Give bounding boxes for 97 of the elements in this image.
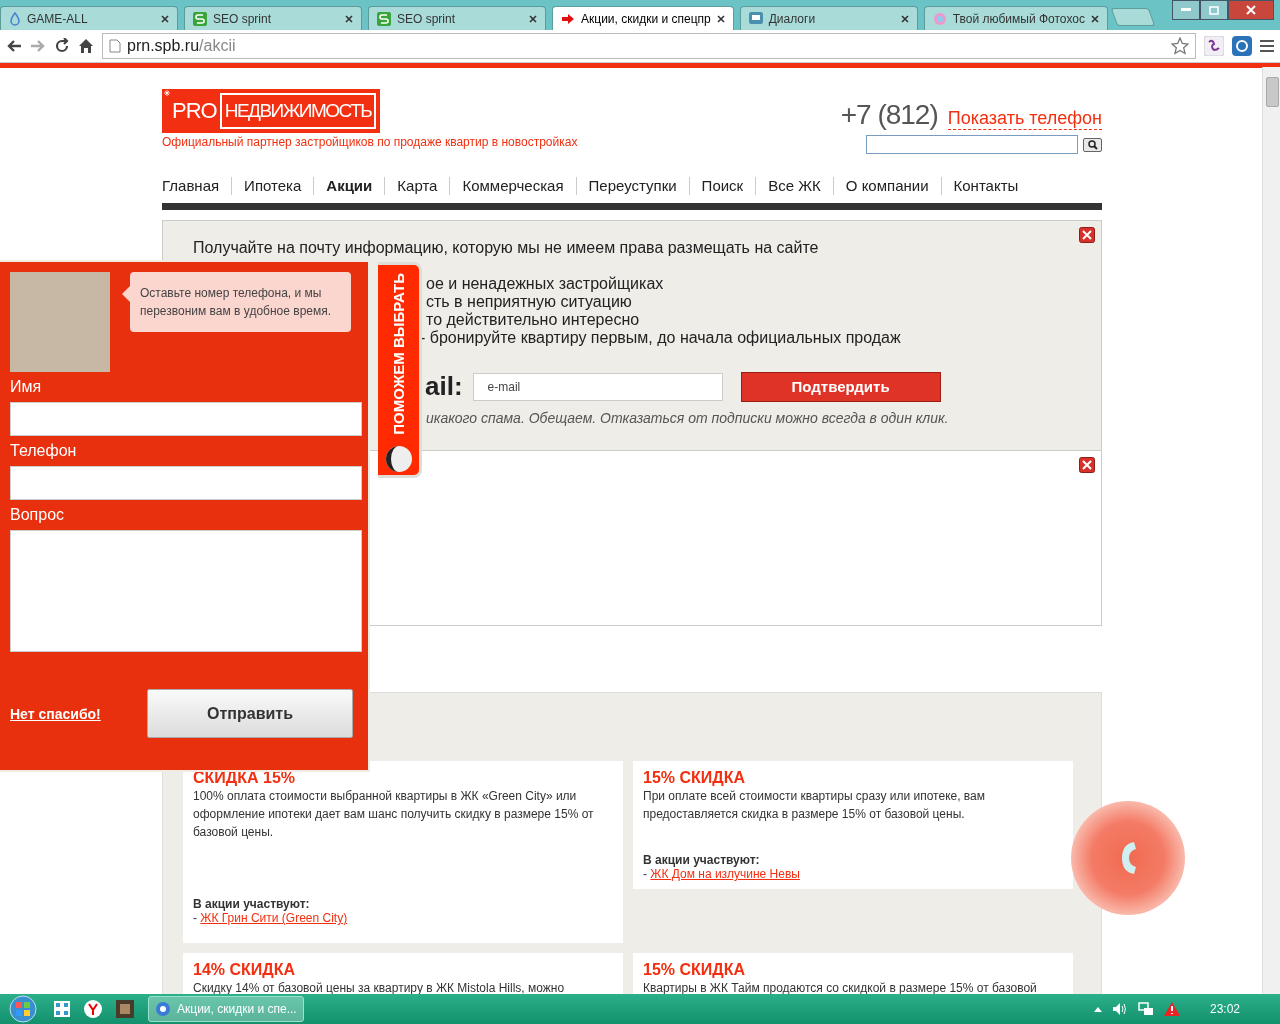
benefit-text: ое и ненадежных застройщиках: [426, 275, 665, 293]
phone-number: +7 (812): [840, 99, 938, 131]
browser-tab[interactable]: SEO sprint: [184, 6, 362, 30]
back-icon[interactable]: [6, 39, 22, 53]
browser-tab[interactable]: Акции, скидки и спецпр: [552, 6, 734, 30]
nav-link[interactable]: Карта: [384, 177, 450, 195]
nav-link[interactable]: Акции: [313, 177, 385, 195]
up-caret-icon[interactable]: [1093, 1006, 1102, 1012]
nav-link[interactable]: Поиск: [688, 177, 756, 195]
browser-tab[interactable]: GAME-ALL: [0, 6, 178, 30]
color-wheel-icon: [932, 11, 947, 26]
chat-icon: [748, 11, 763, 26]
browser-tab[interactable]: SEO sprint: [368, 6, 546, 30]
site-logo[interactable]: PRO НЕДВИЖИМОСТЬ: [162, 89, 381, 133]
field-label: Имя: [10, 378, 43, 396]
offer-text: Скидку 14% от базовой цены за квартиру в ЖК Mistola Hills, можно: [193, 980, 566, 994]
side-tab[interactable]: ПОМОЖЕМ ВЫБРАТЬ: [378, 262, 422, 478]
dash-text: -: [193, 911, 197, 925]
search-button[interactable]: [1083, 137, 1102, 152]
star-icon[interactable]: [1171, 37, 1189, 55]
start-button[interactable]: [6, 995, 40, 1023]
participants-label: В акции участвуют:: [643, 853, 761, 867]
grid-icon[interactable]: [54, 1001, 70, 1017]
benefit-text: сть в неприятную ситуацию: [426, 293, 633, 311]
offer-text: При оплате всей стоимости квартиры сразу или ипотеке, вам предоставляется скидка в размере 15% от базовой цены.: [643, 788, 987, 823]
benefit-text: то действительно интересно: [426, 311, 641, 329]
close-icon[interactable]: [161, 14, 169, 23]
s-logo-icon: [193, 11, 207, 26]
warning-icon[interactable]: [1163, 1002, 1180, 1016]
close-icon[interactable]: [1079, 457, 1095, 473]
extension-icon[interactable]: [1232, 36, 1252, 56]
no-spam-note: икакого спама. Обещаем. Отказаться от подписки можно всегда в один клик.: [426, 410, 950, 426]
close-window-button[interactable]: [1228, 0, 1274, 20]
scrollbar[interactable]: [1262, 67, 1280, 994]
offer-title: 15% СКИДКА: [643, 961, 746, 979]
bubble-tail: [122, 286, 130, 302]
clock-time: 23:02: [1209, 1002, 1240, 1016]
close-icon[interactable]: [345, 14, 353, 23]
arrow-icon: [561, 12, 575, 25]
minimize-button[interactable]: [1172, 0, 1200, 20]
menu-icon[interactable]: [1260, 40, 1274, 52]
participants-label: В акции участвуют:: [193, 897, 311, 911]
search-field[interactable]: [866, 135, 1078, 154]
field-label: Телефон: [10, 442, 78, 460]
search-icon: [1087, 139, 1098, 150]
send-button[interactable]: Отправить: [147, 689, 353, 738]
offer-title: 15% СКИДКА: [643, 769, 746, 787]
nav-link[interactable]: Все ЖК: [755, 177, 833, 195]
benefit-text: - бронируйте квартиру первым, до начала официальных продаж: [420, 329, 902, 347]
speech-bubble: Оставьте номер телефона, и мы перезвоним вам в удобное время.: [130, 272, 351, 332]
nav-link[interactable]: Ипотека: [231, 177, 314, 195]
complex-link[interactable]: ЖК Грин Сити (Green City): [200, 911, 348, 925]
close-icon[interactable]: [1079, 227, 1095, 243]
close-icon[interactable]: [716, 14, 725, 23]
email-field[interactable]: e-mail: [472, 372, 723, 401]
browser-tab[interactable]: Диалоги: [739, 6, 918, 30]
maximize-icon: [1209, 5, 1219, 15]
network-icon[interactable]: [1137, 1002, 1154, 1016]
reload-icon[interactable]: [54, 38, 70, 54]
input-field[interactable]: [10, 466, 362, 500]
close-icon: [1246, 5, 1256, 15]
drop-icon: [9, 11, 21, 26]
nav-link[interactable]: Главная: [162, 177, 232, 195]
close-icon[interactable]: [529, 14, 537, 23]
y-logo-icon[interactable]: [84, 1000, 102, 1018]
nav-link[interactable]: Коммерческая: [449, 177, 576, 195]
offer-text: 100% оплата стоимости выбранной квартиры в ЖК «Green City» или оформление ипотеки дает вам шанс получить скидку в размере 15% от базовой цены.: [193, 788, 595, 841]
extension-icon[interactable]: [1204, 36, 1224, 56]
close-icon[interactable]: [1090, 14, 1099, 23]
email-label: ail:: [425, 371, 463, 402]
dash-text: -: [643, 867, 647, 881]
maximize-button[interactable]: [1200, 0, 1228, 20]
home-icon[interactable]: [78, 38, 94, 54]
complex-link[interactable]: ЖК Дом на излучине Невы: [650, 867, 800, 881]
nav-link[interactable]: Переуступки: [575, 177, 689, 195]
question-field[interactable]: [10, 530, 362, 652]
offer-text: Квартиры в ЖК Тайм продаются со скидкой в размере 15% от базовой: [643, 980, 1038, 994]
address-bar[interactable]: prn.spb.ru/akcii: [102, 33, 1196, 59]
field-label: Вопрос: [10, 506, 66, 524]
decline-link[interactable]: Нет спасибо!: [10, 705, 101, 722]
s-logo-icon: [377, 11, 391, 26]
minimize-icon: [1181, 8, 1191, 12]
browser-icon: [155, 1001, 171, 1017]
app-icon[interactable]: [116, 1000, 134, 1018]
show-phone-link[interactable]: Показать телефон: [947, 108, 1102, 130]
page-icon: [109, 39, 121, 53]
close-icon[interactable]: [900, 14, 909, 23]
offer-title: 14% СКИДКА: [193, 961, 296, 979]
subscribe-heading: Получайте на почту информацию, которую мы не имеем права размещать на сайте: [193, 239, 820, 257]
nav-link[interactable]: Контакты: [940, 177, 1031, 195]
browser-tab[interactable]: Твой любимый Фотохос: [923, 6, 1108, 30]
speaker-icon[interactable]: [1111, 1002, 1128, 1016]
site-tagline: Официальный партнер застройщиков по продаже квартир в новостройках: [162, 135, 578, 149]
confirm-button[interactable]: Подтвердить: [740, 371, 941, 402]
ball-icon: [384, 444, 413, 473]
input-field[interactable]: [10, 402, 362, 436]
nav-link[interactable]: О компании: [832, 177, 941, 195]
